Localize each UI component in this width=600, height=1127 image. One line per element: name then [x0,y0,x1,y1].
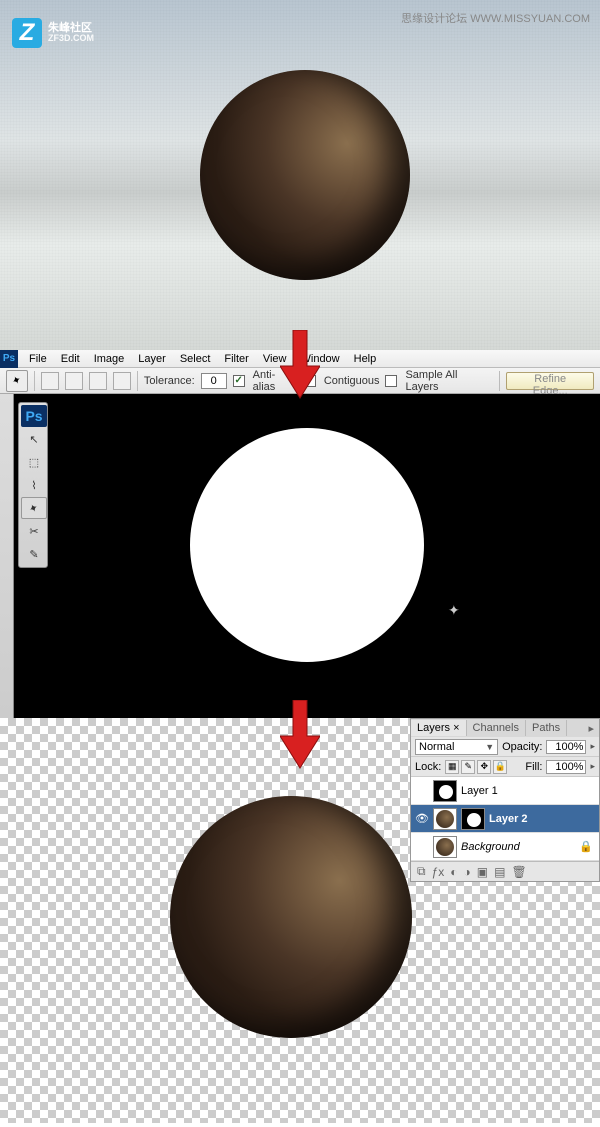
opacity-label: Opacity: [502,741,542,753]
sample-all-checkbox[interactable] [385,375,397,387]
menu-image[interactable]: Image [87,353,132,365]
menu-select[interactable]: Select [173,353,218,365]
lock-icon: 🔒 [579,840,593,853]
lasso-tool-icon[interactable]: ⌇ [21,474,47,496]
toolbox-ps-icon: Ps [21,405,47,427]
logo-subtitle: ZF3D.COM [48,34,94,44]
separator [137,371,138,391]
logo-watermark: Z 朱峰社区 ZF3D.COM [12,18,94,48]
ruler-vertical [0,394,14,718]
layer-row[interactable]: Background 🔒 [411,833,599,861]
magic-wand-tool-icon[interactable]: ✦ [21,497,47,519]
preview-stage-1: Z 朱峰社区 ZF3D.COM 思缘设计论坛 WWW.MISSYUAN.COM [0,0,600,350]
layer-mask-icon[interactable]: ◐ [450,865,457,879]
layers-panel: Layers × Channels Paths ▸ Normal ▼ Opaci… [410,718,600,882]
group-icon[interactable]: ▣ [477,865,488,879]
anti-alias-checkbox[interactable]: ✓ [233,375,245,387]
opacity-input[interactable]: 100% [546,740,586,754]
layer-thumb-mask-icon [433,780,457,802]
contiguous-label: Contiguous [324,375,380,387]
lock-position-icon[interactable]: ✥ [477,760,491,774]
active-tool-wand-icon[interactable]: ✦ [6,370,28,392]
selection-intersect-icon[interactable] [113,372,131,390]
arrow-down-icon [280,330,320,400]
layer-name: Background [461,841,520,853]
panel-tabs: Layers × Channels Paths ▸ [411,719,599,737]
layers-panel-footer: ⧉ ƒx ◐ ◑ ▣ ▤ 🗑 [411,861,599,881]
layer-name: Layer 2 [489,813,528,825]
panel-menu-icon[interactable]: ▸ [583,722,599,735]
chevron-down-icon: ▼ [485,742,494,752]
separator [499,371,500,391]
layer-row-selected[interactable]: 👁 Layer 2 [411,805,599,833]
fill-label: Fill: [525,761,542,773]
refine-edge-button[interactable]: Refine Edge... [506,372,594,390]
tab-layers[interactable]: Layers × [411,720,467,736]
new-layer-icon[interactable]: ▤ [494,865,505,879]
ps-app-icon: Ps [0,350,18,368]
photoshop-window: Ps File Edit Image Layer Select Filter V… [0,350,600,718]
tolerance-input[interactable] [201,373,227,389]
chevron-right-icon[interactable]: ▸ [590,761,595,772]
toolbox-panel: Ps ↖ ⬚ ⌇ ✦ ✂ ✎ [18,402,48,568]
tab-channels[interactable]: Channels [467,720,526,736]
blend-mode-value: Normal [419,741,454,753]
layer-row[interactable]: Layer 1 [411,777,599,805]
link-layers-icon[interactable]: ⧉ [417,864,426,879]
tab-paths[interactable]: Paths [526,720,567,736]
lock-paint-icon[interactable]: ✎ [461,760,475,774]
separator [34,371,35,391]
layer-name: Layer 1 [461,785,498,797]
move-tool-icon[interactable]: ↖ [21,428,47,450]
lock-label: Lock: [415,761,441,773]
selection-new-icon[interactable] [41,372,59,390]
arrow-down-icon [280,700,320,770]
cursor-wand-icon: ✦ [448,602,460,619]
lock-transparency-icon[interactable]: ▦ [445,760,459,774]
chevron-right-icon[interactable]: ▸ [590,741,595,752]
selection-add-icon[interactable] [65,372,83,390]
selection-sub-icon[interactable] [89,372,107,390]
layer-thumb-icon [433,836,457,858]
layer-list: Layer 1 👁 Layer 2 Background 🔒 [411,777,599,861]
layer-thumb-icon [433,808,457,830]
preview-stage-3: Layers × Channels Paths ▸ Normal ▼ Opaci… [0,718,600,1123]
sphere-render-1 [200,70,410,280]
menu-layer[interactable]: Layer [131,353,173,365]
adjustment-layer-icon[interactable]: ◑ [464,865,471,879]
delete-layer-icon[interactable]: 🗑 [511,865,526,879]
tolerance-label: Tolerance: [144,375,195,387]
lock-all-icon[interactable]: 🔒 [493,760,507,774]
fill-input[interactable]: 100% [546,760,586,774]
menu-file[interactable]: File [22,353,54,365]
canvas-mask-view[interactable]: Ps ↖ ⬚ ⌇ ✦ ✂ ✎ ✦ [0,394,600,718]
sphere-render-2 [170,796,412,1038]
layer-mask-thumb-icon [461,808,485,830]
marquee-tool-icon[interactable]: ⬚ [21,451,47,473]
brush-tool-icon[interactable]: ✎ [21,543,47,565]
visibility-eye-icon[interactable]: 👁 [411,812,433,825]
crop-tool-icon[interactable]: ✂ [21,520,47,542]
logo-z-icon: Z [12,18,42,48]
menu-filter[interactable]: Filter [217,353,255,365]
mask-circle [190,428,424,662]
menu-edit[interactable]: Edit [54,353,87,365]
menu-help[interactable]: Help [347,353,384,365]
fx-icon[interactable]: ƒx [432,865,445,879]
blend-mode-select[interactable]: Normal ▼ [415,739,498,755]
watermark-right: 思缘设计论坛 WWW.MISSYUAN.COM [401,10,590,26]
sample-all-label: Sample All Layers [405,369,493,393]
